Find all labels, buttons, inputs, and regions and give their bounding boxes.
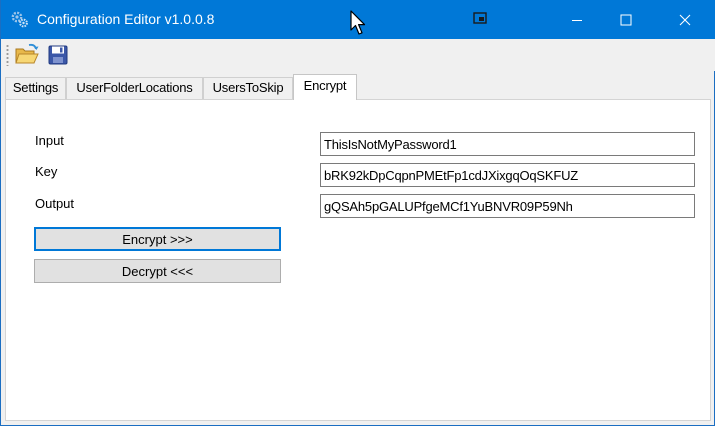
window-title: Configuration Editor v1.0.0.8 [37,11,215,27]
snap-layout-icon[interactable] [473,12,487,25]
encrypt-button[interactable]: Encrypt >>> [34,227,281,251]
toolbar-grip[interactable] [6,44,9,66]
tab-settings[interactable]: Settings [5,77,66,99]
app-window: Configuration Editor v1.0.0.8 Settings U… [0,0,715,426]
input-label: Input [35,133,64,148]
key-field[interactable] [320,163,695,187]
input-field[interactable] [320,132,695,156]
title-bar[interactable]: Configuration Editor v1.0.0.8 [1,0,715,39]
toolbar [1,39,715,71]
tab-userstoskip[interactable]: UsersToSkip [203,77,293,99]
save-disk-icon[interactable] [47,43,69,67]
open-folder-icon[interactable] [14,43,40,67]
tab-strip: Settings UserFolderLocations UsersToSkip… [5,74,712,100]
gears-icon [11,11,28,28]
minimize-icon [572,19,582,21]
encrypt-tab-panel: Input Key Output Encrypt >>> Decrypt <<< [5,99,711,421]
output-label: Output [35,196,75,211]
close-icon [679,14,691,25]
mouse-cursor-icon [350,10,366,35]
tab-encrypt[interactable]: Encrypt [293,74,357,100]
minimize-button[interactable] [554,0,600,39]
tab-userfolderlocations[interactable]: UserFolderLocations [66,77,203,99]
close-button[interactable] [662,0,708,39]
output-field[interactable] [320,194,695,218]
maximize-button[interactable] [603,0,649,39]
key-label: Key [35,164,58,179]
decrypt-button[interactable]: Decrypt <<< [34,259,281,283]
maximize-icon [620,14,632,25]
